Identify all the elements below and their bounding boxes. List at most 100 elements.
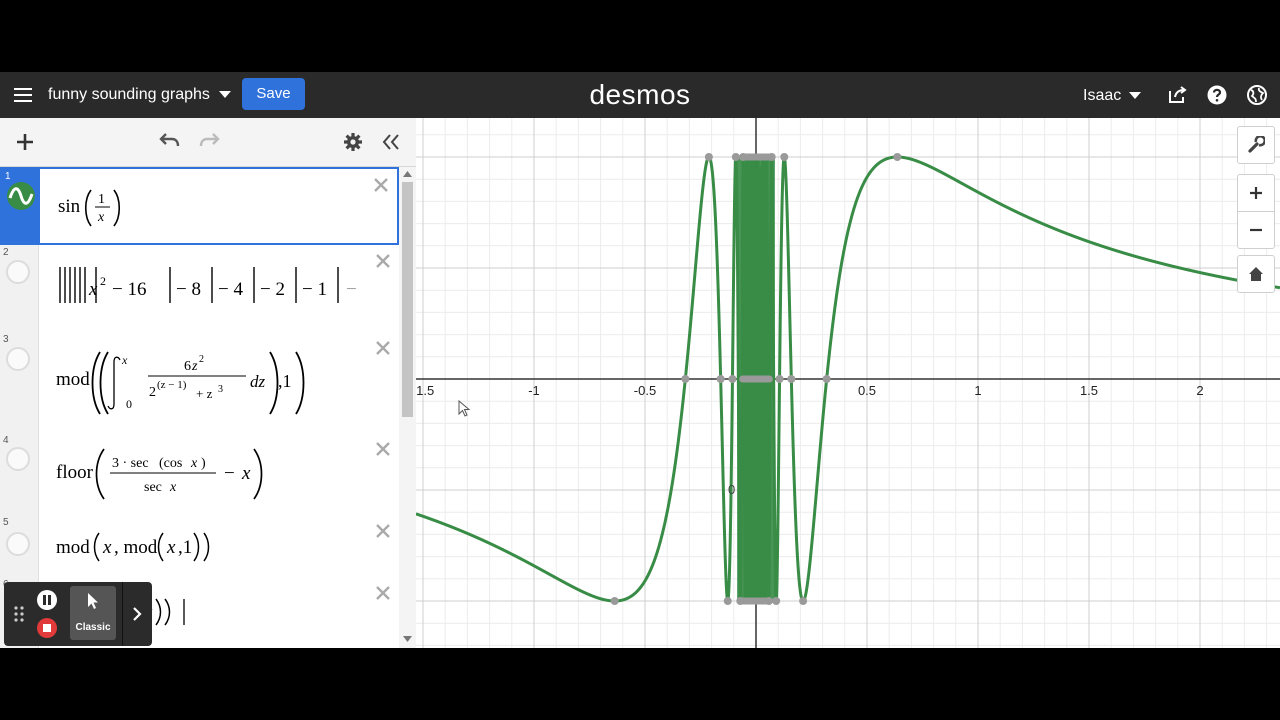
expression-row[interactable]: 2 x 2 − 16 − 8 − 4 − 2 − 1 −	[0, 245, 399, 333]
point-of-interest[interactable]	[723, 597, 732, 605]
expression-list-scrollbar[interactable]	[399, 167, 416, 648]
expression-index: 3	[3, 334, 9, 345]
menu-icon[interactable]	[14, 86, 32, 104]
expression-list: 1 sin 1 x 2 x 2 − 16 − 8 − 4 − 2 − 1 − 3…	[0, 167, 399, 648]
wrench-icon	[1248, 136, 1265, 153]
delete-expression-icon[interactable]	[372, 176, 390, 194]
classic-mode-button[interactable]: Classic	[70, 586, 116, 640]
expression-index: 4	[3, 435, 9, 446]
expression-tab[interactable]: 4	[0, 433, 39, 515]
svg-text:x: x	[97, 210, 105, 225]
point-of-interest[interactable]	[787, 375, 796, 383]
point-of-interest[interactable]	[772, 597, 781, 605]
help-icon[interactable]	[1206, 84, 1228, 106]
expression-row[interactable]: 3 mod x 0 6 z 2 2 (z − 1) + z 3 dz ,1	[0, 332, 399, 434]
stop-recording-icon[interactable]	[37, 618, 57, 638]
x-tick-label: 1.5	[1080, 383, 1098, 398]
mouse-cursor-icon	[458, 400, 471, 417]
undo-icon[interactable]	[158, 132, 182, 152]
x-tick-label: -1	[528, 383, 540, 398]
point-of-interest[interactable]	[704, 153, 713, 161]
delete-expression-icon[interactable]	[374, 339, 392, 357]
top-bar: funny sounding graphs Save desmos Isaac	[0, 72, 1280, 118]
expression-row[interactable]: 5 mod x , mod x ,1	[0, 515, 399, 578]
delete-expression-icon[interactable]	[374, 522, 392, 540]
zoom-in-button[interactable]	[1237, 174, 1275, 212]
caret-down-icon[interactable]	[1129, 92, 1141, 99]
graph-paper[interactable]: -1.5 -1 -0.5 0.5 1 1.5 2 0	[416, 118, 1280, 648]
expression-row[interactable]: 4 floor 3 · sec (cos x ) sec x − x	[0, 433, 399, 516]
point-of-interest[interactable]	[731, 153, 740, 161]
scroll-down-icon[interactable]	[403, 635, 412, 643]
point-of-interest[interactable]	[775, 375, 784, 383]
scrollbar-thumb[interactable]	[402, 182, 413, 417]
svg-text:− 1: − 1	[302, 279, 327, 300]
svg-text:): )	[201, 456, 206, 471]
svg-text:x: x	[88, 279, 98, 300]
point-of-interest[interactable]	[716, 375, 725, 383]
caret-down-icon[interactable]	[219, 91, 231, 98]
svg-text:x: x	[166, 537, 176, 558]
save-button[interactable]: Save	[242, 78, 305, 110]
globe-icon[interactable]	[1246, 84, 1268, 106]
graph-color-toggle-icon[interactable]	[6, 447, 30, 471]
zoom-out-button[interactable]	[1237, 211, 1275, 249]
x-tick-label: 2	[1196, 383, 1203, 398]
point-of-interest[interactable]	[799, 597, 808, 605]
expression-tab[interactable]: 2	[0, 245, 39, 332]
x-tick-label: -1.5	[416, 383, 434, 398]
pause-icon[interactable]	[37, 590, 57, 610]
point-of-interest[interactable]	[780, 153, 789, 161]
svg-text:,1: ,1	[278, 371, 292, 391]
default-viewport-button[interactable]	[1237, 255, 1275, 293]
expression-formula[interactable]: x 2 − 16 − 8 − 4 − 2 − 1 −	[56, 259, 366, 315]
svg-text:, mod: , mod	[114, 537, 158, 558]
x-tick-label: 1	[974, 383, 981, 398]
graph-title[interactable]: funny sounding graphs	[48, 86, 210, 104]
expression-tab[interactable]: 3	[0, 332, 39, 433]
desmos-logo: desmos	[589, 79, 691, 110]
graph-color-toggle-icon[interactable]	[6, 260, 30, 284]
svg-text:(z − 1): (z − 1)	[157, 379, 187, 391]
expression-index: 2	[3, 247, 9, 258]
svg-text:x: x	[241, 463, 251, 484]
cursor-icon	[88, 593, 98, 609]
expression-formula[interactable]: sin 1 x	[58, 181, 138, 237]
svg-text:3 · sec: 3 · sec	[112, 456, 149, 471]
svg-text:6: 6	[184, 359, 191, 374]
point-of-interest[interactable]	[728, 375, 737, 383]
svg-text:−: −	[224, 463, 235, 484]
delete-expression-icon[interactable]	[374, 440, 392, 458]
scroll-up-icon[interactable]	[403, 170, 412, 178]
delete-expression-icon[interactable]	[374, 252, 392, 270]
zoom-in-icon	[1250, 187, 1262, 199]
add-expression-icon[interactable]	[15, 132, 35, 152]
expression-formula[interactable]: floor 3 · sec (cos x ) sec x − x	[56, 445, 276, 507]
collapse-list-icon[interactable]	[381, 132, 401, 152]
point-of-interest[interactable]	[893, 153, 902, 161]
expression-formula[interactable]: mod x 0 6 z 2 2 (z − 1) + z 3 dz ,1	[56, 346, 316, 424]
expression-tab[interactable]: 1	[2, 169, 40, 243]
expression-formula[interactable]: mod x , mod x ,1	[56, 527, 236, 571]
graph-canvas[interactable]: -1.5 -1 -0.5 0.5 1 1.5 2 0	[416, 118, 1280, 648]
svg-text:,1: ,1	[178, 537, 192, 558]
delete-expression-icon[interactable]	[374, 584, 392, 602]
graph-color-toggle-icon[interactable]	[6, 347, 30, 371]
expression-row[interactable]: 1 sin 1 x	[0, 167, 399, 245]
graph-color-toggle-icon[interactable]	[6, 532, 30, 556]
user-menu[interactable]: Isaac	[1083, 87, 1121, 105]
share-icon[interactable]	[1166, 84, 1188, 106]
expression-tab[interactable]: 5	[0, 515, 39, 577]
redo-icon[interactable]	[197, 132, 221, 152]
point-of-interest[interactable]	[681, 375, 690, 383]
drag-handle-icon[interactable]	[14, 606, 24, 622]
graph-settings-button[interactable]	[1237, 126, 1275, 164]
point-of-interest[interactable]	[610, 597, 619, 605]
settings-gear-icon[interactable]	[343, 132, 363, 152]
graph-color-toggle-icon[interactable]	[6, 181, 36, 211]
svg-text:2: 2	[100, 274, 106, 288]
svg-text:x: x	[102, 537, 112, 558]
point-of-interest[interactable]	[822, 375, 831, 383]
expand-chevron-icon[interactable]	[132, 606, 142, 622]
screen-recorder-toolbar: Classic	[4, 582, 152, 646]
